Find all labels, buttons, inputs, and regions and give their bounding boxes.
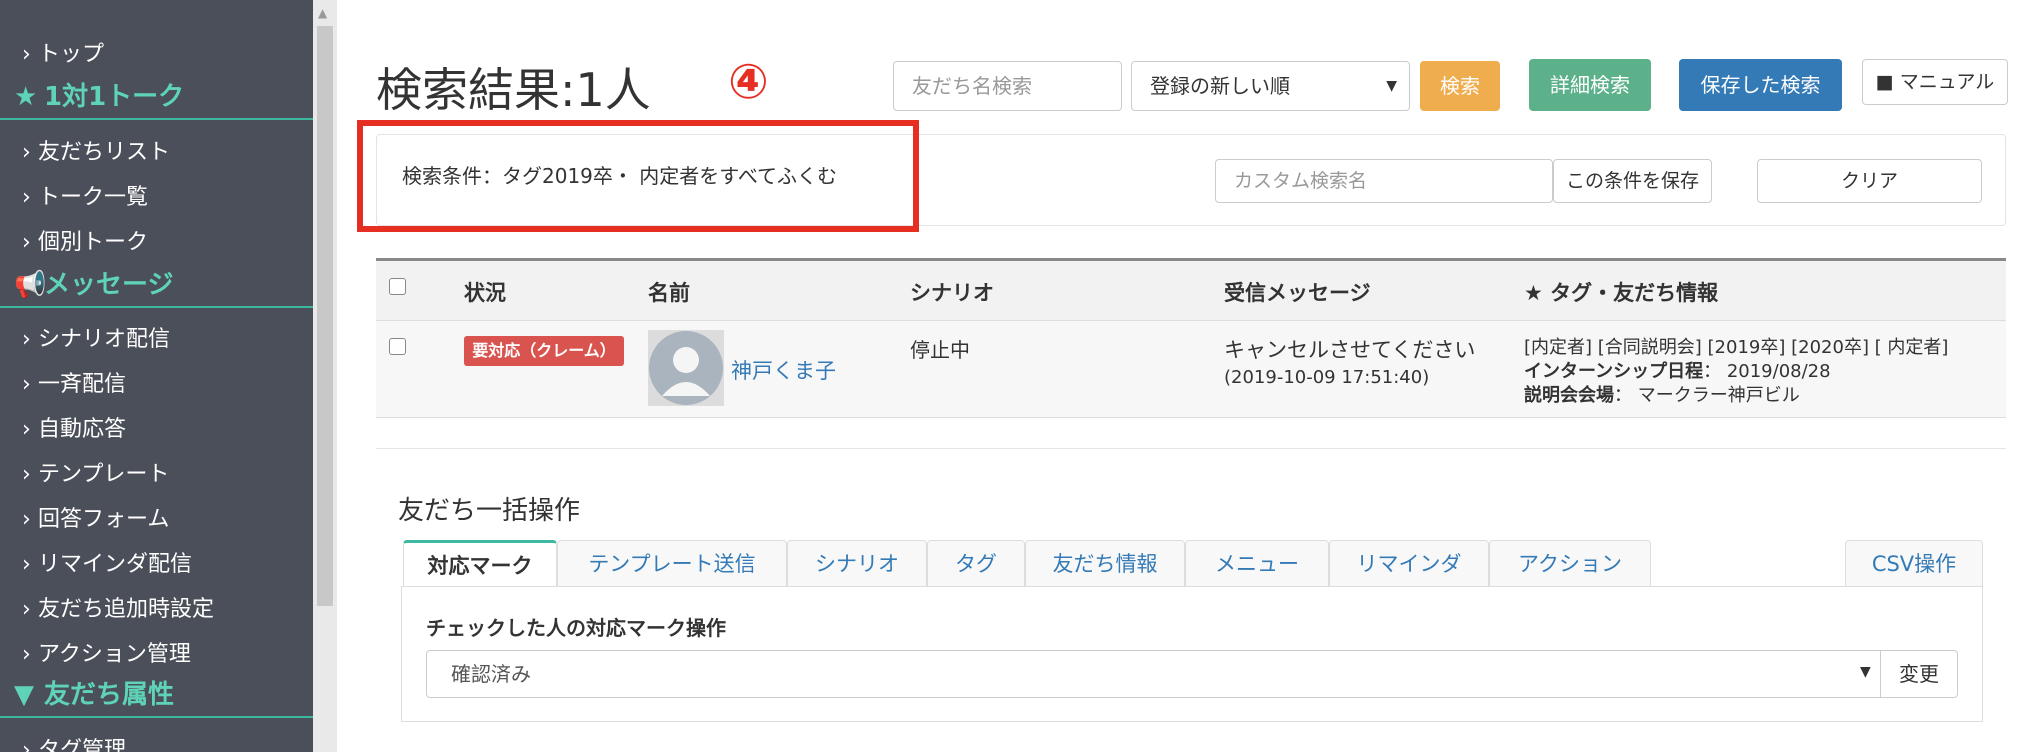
sidebar-section-talk: ★ 1対1トーク (0, 74, 313, 120)
megaphone-icon: 📢 (14, 270, 47, 300)
tab-tag[interactable]: タグ (927, 540, 1025, 587)
chevron-right-icon: › (22, 738, 31, 752)
chevron-right-icon: › (22, 417, 31, 442)
row-checkbox[interactable] (389, 338, 406, 355)
friend-name-search-input[interactable]: 友だち名検索 (893, 61, 1122, 111)
tab-friend-info[interactable]: 友だち情報 (1025, 540, 1185, 587)
friend-info-venue: 説明会会場： マークラー神戸ビル (1524, 385, 1800, 406)
tab-template-send[interactable]: テンプレート送信 (557, 540, 787, 587)
table-header (376, 258, 2006, 320)
sidebar-item-friend-add-settings[interactable]: › 友だち追加時設定 (22, 591, 214, 623)
book-icon: ■ (1875, 71, 1894, 93)
chevron-right-icon: › (22, 462, 31, 487)
user-silhouette-icon (649, 331, 723, 405)
annotation-highlight-box (357, 120, 919, 232)
select-all-checkbox[interactable] (389, 278, 406, 295)
tag-list: [内定者] [合同説明会] [2019卒] [2020卒] [ 内定者] (1524, 337, 1949, 358)
sidebar-item-auto-reply[interactable]: › 自動応答 (22, 411, 126, 443)
column-tags-info: ★ タグ・友だち情報 (1524, 281, 1719, 305)
chevron-right-icon: › (22, 597, 31, 622)
sidebar-item-action-management[interactable]: › アクション管理 (22, 636, 191, 668)
star-icon: ★ (14, 82, 38, 112)
avatar (648, 330, 724, 406)
chevron-right-icon: › (22, 42, 31, 67)
sidebar-item-answer-form[interactable]: › 回答フォーム (22, 501, 169, 533)
annotation-number: ④ (728, 54, 769, 110)
sidebar-item-top[interactable]: › トップ (22, 36, 104, 68)
custom-search-name-input[interactable]: カスタム検索名 (1215, 159, 1553, 203)
change-button[interactable]: 変更 (1880, 650, 1958, 698)
tab-action[interactable]: アクション (1489, 540, 1651, 587)
filter-icon: ▼ (14, 680, 34, 710)
dropdown-arrow-icon: ▼ (1386, 78, 1397, 94)
friend-name-link[interactable]: 神戸くま子 (731, 355, 836, 385)
chevron-right-icon: › (22, 642, 31, 667)
friend-info-internship: インターンシップ日程： 2019/08/28 (1524, 361, 1831, 382)
chevron-right-icon: › (22, 140, 31, 165)
sidebar-item-tag-management[interactable]: › タグ管理 (22, 732, 126, 752)
save-condition-button[interactable]: この条件を保存 (1553, 159, 1712, 203)
operation-label: チェックした人の対応マーク操作 (426, 616, 726, 640)
chevron-right-icon: › (22, 507, 31, 532)
sidebar-section-message: 📢メッセージ (0, 262, 313, 308)
chevron-right-icon: › (22, 185, 31, 210)
sidebar-section-attributes: ▼ 友だち属性 (0, 672, 313, 718)
column-received-message: 受信メッセージ (1224, 281, 1371, 305)
divider (376, 448, 2006, 449)
response-mark-select[interactable]: 確認済み (426, 650, 1881, 698)
sidebar-item-friend-list[interactable]: › 友だちリスト (22, 134, 170, 166)
sort-select[interactable]: 登録の新しい順 ▼ (1131, 61, 1410, 111)
message-timestamp: (2019-10-09 17:51:40) (1224, 367, 1430, 388)
tab-response-mark[interactable]: 対応マーク (403, 540, 557, 587)
sidebar-item-template[interactable]: › テンプレート (22, 456, 169, 488)
received-message: キャンセルさせてください (1224, 338, 1476, 362)
sidebar-item-broadcast[interactable]: › 一斉配信 (22, 366, 126, 398)
advanced-search-button[interactable]: 詳細検索 (1529, 59, 1651, 111)
column-status: 状況 (464, 281, 506, 305)
scenario-status: 停止中 (910, 338, 970, 362)
saved-search-button[interactable]: 保存した検索 (1679, 59, 1842, 111)
sidebar-item-individual-talk[interactable]: › 個別トーク (22, 224, 148, 256)
page-title: 検索結果:1人 (376, 63, 651, 117)
tab-scenario[interactable]: シナリオ (787, 540, 927, 587)
chevron-right-icon: › (22, 552, 31, 577)
scroll-up-icon[interactable]: ▲ (318, 6, 327, 20)
search-button[interactable]: 検索 (1420, 61, 1500, 111)
tab-menu[interactable]: メニュー (1185, 540, 1329, 587)
clear-button[interactable]: クリア (1757, 159, 1982, 203)
column-scenario: シナリオ (910, 281, 994, 305)
tab-reminder[interactable]: リマインダ (1329, 540, 1489, 587)
sidebar-item-reminder[interactable]: › リマインダ配信 (22, 546, 192, 578)
sidebar-item-talk-list[interactable]: › トーク一覧 (22, 179, 148, 211)
sidebar: › トップ ★ 1対1トーク › 友だちリスト › トーク一覧 › 個別トーク 📢メッセー… (0, 0, 313, 752)
sidebar-item-scenario[interactable]: › シナリオ配信 (22, 321, 170, 353)
chevron-right-icon: › (22, 230, 31, 255)
tab-csv[interactable]: CSV操作 (1845, 540, 1983, 587)
chevron-right-icon: › (22, 327, 31, 352)
chevron-right-icon: › (22, 372, 31, 397)
bulk-operations-title: 友だち一括操作 (398, 496, 581, 526)
dropdown-arrow-icon: ▼ (1860, 664, 1871, 680)
column-name: 名前 (648, 281, 690, 305)
scrollbar-thumb[interactable] (317, 26, 333, 606)
manual-button[interactable]: ■ マニュアル (1862, 59, 2008, 105)
status-badge: 要対応（クレーム） (464, 336, 624, 366)
sidebar-scrollbar[interactable]: ▲ (313, 0, 337, 752)
